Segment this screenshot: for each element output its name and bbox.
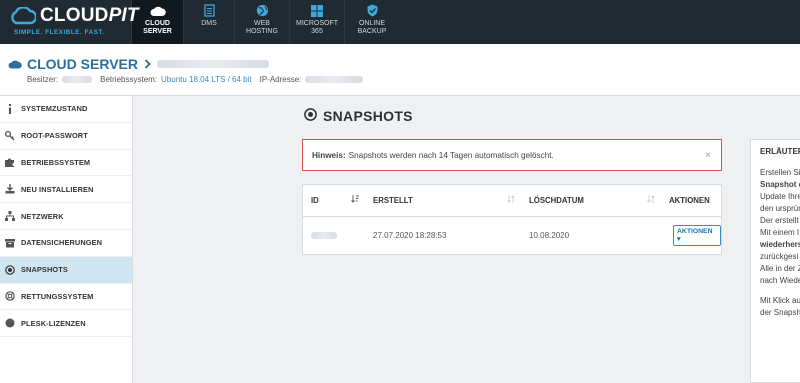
main-content: SNAPSHOTS Hinweis: Snapshots werden nach… — [133, 96, 800, 383]
server-name-redacted — [156, 60, 269, 68]
server-meta: Besitzer: Betriebssystem: Ubuntu 18.04 L… — [27, 75, 364, 84]
sort-icon[interactable] — [647, 194, 655, 205]
nav-dms[interactable]: DMS — [183, 0, 234, 44]
snapshots-table: ID ERSTELLT LÖSCHDATUM AKTIONEN 27.07.20… — [302, 184, 722, 255]
nav-web-hosting[interactable]: WEB HOSTING — [234, 0, 289, 44]
cloud-icon — [150, 4, 166, 17]
cell-id — [303, 217, 365, 253]
network-icon — [5, 211, 15, 222]
cell-deleted: 10.08.2020 — [529, 230, 570, 240]
top-navigation: CLOUDPIT SIMPLE. FLEXIBLE. FAST. CLOUD S… — [0, 0, 800, 44]
sidebar: SYSTEMZUSTAND ROOT-PASSWORT BETRIEBSSYST… — [0, 96, 133, 383]
column-loeschdatum[interactable]: LÖSCHDATUM — [521, 185, 661, 217]
sort-icon[interactable] — [507, 194, 515, 205]
sidebar-item-plesk-lizenzen[interactable]: PLESK-LIZENZEN — [0, 310, 132, 338]
shield-icon — [367, 4, 378, 17]
table-header: ID ERSTELLT LÖSCHDATUM AKTIONEN — [303, 185, 721, 217]
download-icon — [5, 184, 15, 194]
sidebar-item-systemzustand[interactable]: SYSTEMZUSTAND — [0, 96, 132, 123]
server-title: CLOUD SERVER — [8, 56, 269, 72]
sidebar-item-betriebssystem[interactable]: BETRIEBSSYSTEM — [0, 150, 132, 177]
nav-online-backup[interactable]: ONLINE BACKUP — [344, 0, 399, 44]
brand-name: CLOUDPIT — [40, 5, 139, 26]
info-icon — [5, 103, 15, 114]
puzzle-icon — [5, 157, 15, 168]
chevron-right-icon — [144, 56, 151, 72]
server-header: CLOUD SERVER Besitzer: Betriebssystem: U… — [0, 44, 800, 96]
cloudpit-logo[interactable]: CLOUDPIT SIMPLE. FLEXIBLE. FAST. — [0, 0, 139, 44]
sidebar-item-rettungssystem[interactable]: RETTUNGSSYSTEM — [0, 284, 132, 311]
sidebar-item-root-passwort[interactable]: ROOT-PASSWORT — [0, 123, 132, 150]
ip-redacted — [305, 76, 364, 83]
cell-created: 27.07.2020 18:28:53 — [373, 230, 447, 240]
archive-icon — [5, 238, 15, 248]
close-icon[interactable]: × — [705, 150, 711, 161]
actions-dropdown-button[interactable]: AKTIONEN ▾ — [673, 224, 721, 246]
explanation-panel: ERLÄUTER Erstellen Si Snapshot e Update … — [750, 139, 800, 383]
key-icon — [5, 130, 15, 141]
column-id[interactable]: ID — [303, 185, 365, 217]
column-erstellt[interactable]: ERSTELLT — [365, 185, 521, 217]
os-value: Ubuntu 18.04 LTS / 64 bit — [161, 75, 252, 84]
windows-icon — [311, 4, 323, 17]
snapshot-icon — [5, 264, 15, 275]
cloud-icon — [8, 56, 22, 72]
cell-actions: AKTIONEN ▾ — [661, 217, 721, 253]
nav-microsoft-365[interactable]: MICROSOFT 365 — [289, 0, 344, 44]
brand-slogan: SIMPLE. FLEXIBLE. FAST. — [14, 29, 105, 36]
cloud-logo-icon — [11, 7, 36, 25]
id-redacted — [311, 231, 337, 239]
sidebar-item-neu-installieren[interactable]: NEU INSTALLIEREN — [0, 176, 132, 204]
owner-redacted — [62, 76, 93, 83]
sidebar-item-datensicherungen[interactable]: DATENSICHERUNGEN — [0, 230, 132, 257]
column-aktionen: AKTIONEN — [669, 196, 710, 205]
sort-desc-icon[interactable] — [351, 194, 359, 205]
page-title: SNAPSHOTS — [304, 108, 413, 124]
plesk-icon — [5, 318, 15, 328]
lifebuoy-icon — [5, 291, 15, 302]
globe-icon — [256, 4, 269, 17]
notice-alert: Hinweis: Snapshots werden nach 14 Tagen … — [302, 139, 722, 171]
table-row: 27.07.2020 18:28:53 10.08.2020 AKTIONEN … — [303, 217, 721, 253]
snapshot-icon — [304, 108, 317, 124]
sidebar-item-netzwerk[interactable]: NETZWERK — [0, 203, 132, 230]
sidebar-item-snapshots[interactable]: SNAPSHOTS — [0, 256, 132, 284]
document-icon — [203, 4, 215, 17]
